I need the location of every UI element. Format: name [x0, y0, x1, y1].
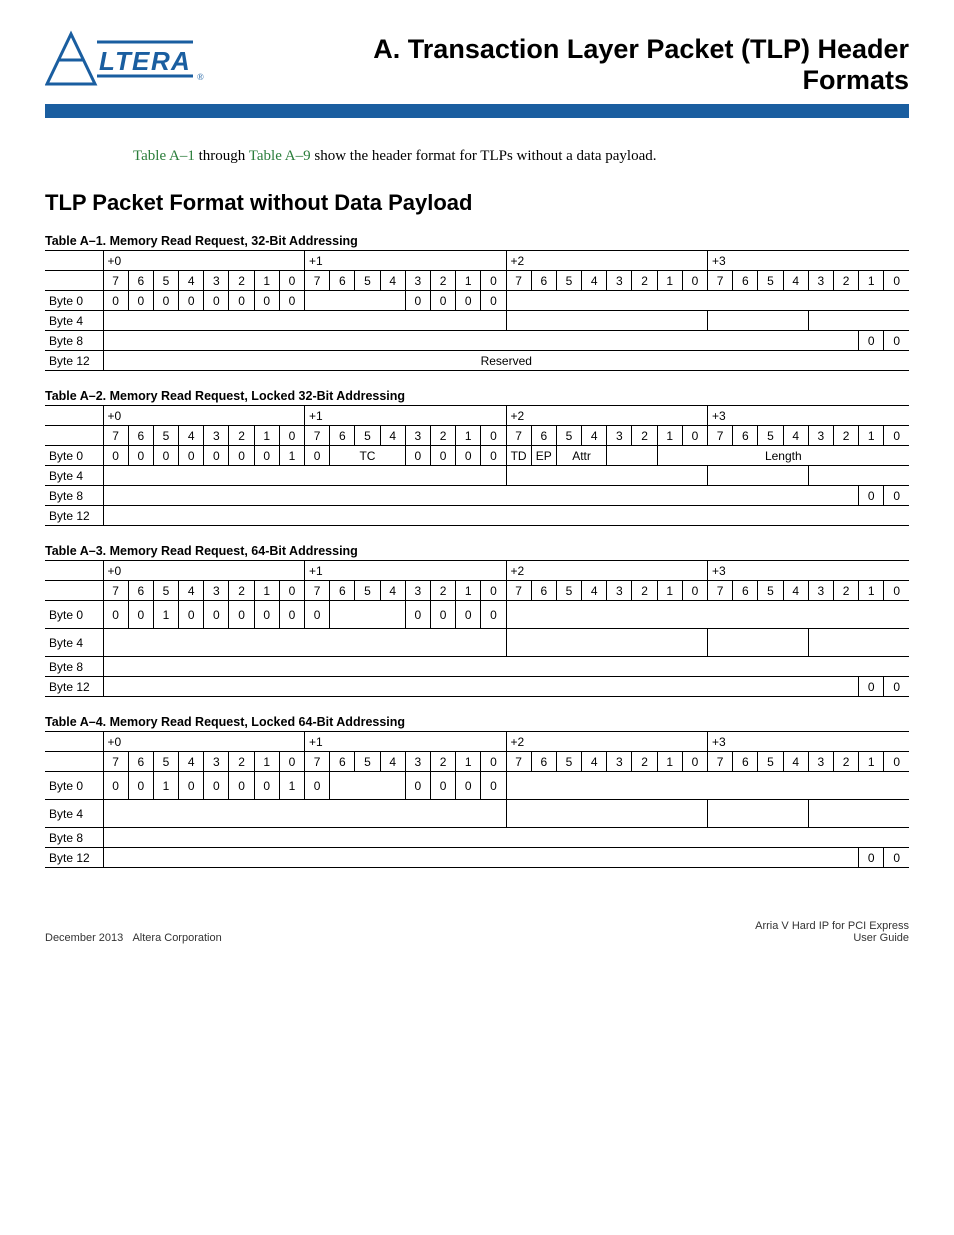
svg-text:L: L	[99, 46, 115, 76]
byte12-row: Byte 12	[45, 506, 909, 526]
footer-right: Arria V Hard IP for PCI ExpressUser Guid…	[755, 920, 909, 944]
page-title-line1: A. Transaction Layer Packet (TLP) Header	[373, 34, 909, 64]
table-a3: +0 +1 +2 +3 76543210 76543210 76543210 7…	[45, 560, 909, 697]
byte4-row: Byte 4	[45, 800, 909, 828]
byte12-row: Byte 12 Reserved	[45, 351, 909, 371]
byte0-row: Byte 0 00100000 0 0000	[45, 601, 909, 629]
group-header-row: +0 +1 +2 +3	[45, 561, 909, 581]
table-a4: +0 +1 +2 +3 76543210 76543210 76543210 7…	[45, 731, 909, 868]
bit-header-row: 76543210 76543210 76543210 76543210	[45, 271, 909, 291]
svg-text:A: A	[170, 46, 190, 76]
intro-paragraph: Table A–1 through Table A–9 show the hea…	[133, 146, 813, 166]
byte8-row: Byte 8 00	[45, 331, 909, 351]
byte8-row: Byte 8	[45, 828, 909, 848]
byte12-row: Byte 12 00	[45, 848, 909, 868]
table-a4-caption: Table A–4. Memory Read Request, Locked 6…	[45, 715, 909, 729]
page-title: A. Transaction Layer Packet (TLP) Header…	[373, 30, 909, 96]
byte8-row: Byte 8 00	[45, 486, 909, 506]
footer-left: December 2013 Altera Corporation	[45, 932, 222, 944]
byte4-row: Byte 4	[45, 629, 909, 657]
byte0-row: Byte 0 00000001 0 TC 0000 TDEP Attr Leng…	[45, 446, 909, 466]
svg-text:E: E	[132, 46, 150, 76]
bit-header-row: 76543210 76543210 76543210 76543210	[45, 426, 909, 446]
byte0-row: Byte 0 00100001 0 0000	[45, 772, 909, 800]
byte4-row: Byte 4	[45, 466, 909, 486]
byte12-row: Byte 12 00	[45, 677, 909, 697]
page-title-line2: Formats	[802, 65, 909, 95]
altera-logo: L T E R A ®	[45, 30, 245, 93]
group-header-row: +0 +1 +2 +3	[45, 406, 909, 426]
svg-text:®: ®	[197, 72, 204, 82]
table-a1-caption: Table A–1. Memory Read Request, 32-Bit A…	[45, 234, 909, 248]
byte4-row: Byte 4	[45, 311, 909, 331]
bit-header-row: 76543210 76543210 76543210 76543210	[45, 752, 909, 772]
table-a3-caption: Table A–3. Memory Read Request, 64-Bit A…	[45, 544, 909, 558]
group-header-row: +0 +1 +2 +3	[45, 732, 909, 752]
byte8-row: Byte 8	[45, 657, 909, 677]
table-a2-caption: Table A–2. Memory Read Request, Locked 3…	[45, 389, 909, 403]
byte0-row: Byte 0 00000000 0000	[45, 291, 909, 311]
svg-text:T: T	[115, 46, 133, 76]
table-a1: +0 +1 +2 +3 76543210 76543210 76543210 7…	[45, 250, 909, 371]
header-divider	[45, 104, 909, 118]
group-header-row: +0 +1 +2 +3	[45, 251, 909, 271]
svg-text:R: R	[151, 46, 170, 76]
page-footer: December 2013 Altera Corporation Arria V…	[45, 920, 909, 944]
section-heading: TLP Packet Format without Data Payload	[45, 190, 909, 216]
bit-header-row: 76543210 76543210 76543210 76543210	[45, 581, 909, 601]
link-table-a9[interactable]: Table A–9	[249, 148, 311, 164]
link-table-a1[interactable]: Table A–1	[133, 148, 195, 164]
table-a2: +0 +1 +2 +3 76543210 76543210 76543210 7…	[45, 405, 909, 526]
